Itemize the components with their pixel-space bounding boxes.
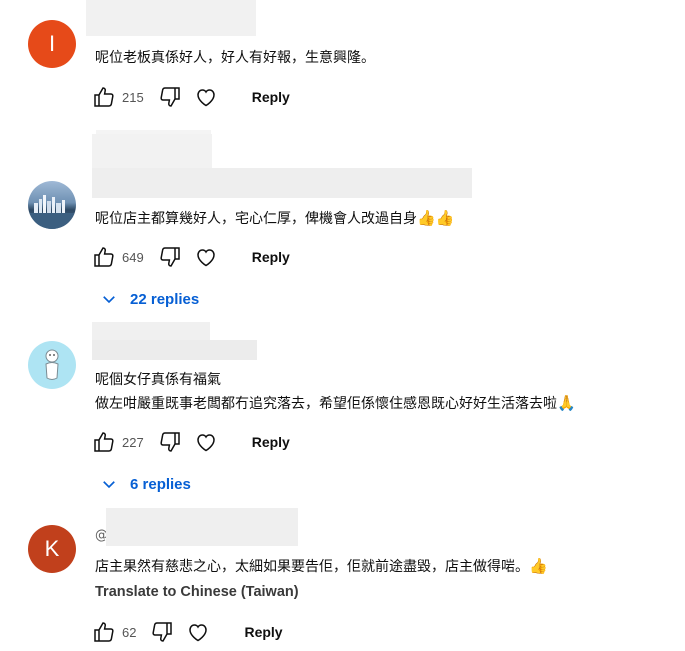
chevron-down-icon bbox=[103, 296, 115, 304]
reply-button[interactable]: Reply bbox=[252, 249, 290, 265]
comment-body: 呢位店主都算幾好人，宅心仁厚，俾機會人改過自身 bbox=[95, 211, 417, 227]
thumbs-up-icon[interactable] bbox=[92, 620, 116, 644]
thumbs-down-icon[interactable] bbox=[158, 245, 182, 269]
heart-icon[interactable] bbox=[194, 85, 218, 109]
thumbs-up-icon[interactable] bbox=[92, 85, 116, 109]
comment-text: 店主果然有慈悲之心，太細如果要告佢，佢就前途盡毀，店主做得啱。👍 bbox=[95, 556, 548, 577]
view-replies-button[interactable]: 22 replies bbox=[100, 290, 199, 308]
reply-button[interactable]: Reply bbox=[252, 89, 290, 105]
heart-icon[interactable] bbox=[194, 430, 218, 454]
blurred-username bbox=[106, 508, 298, 546]
thumbs-up-emoji: 👍 bbox=[529, 557, 548, 575]
avatar-letter: I bbox=[48, 31, 56, 56]
like-count: 227 bbox=[122, 434, 144, 450]
like-count: 215 bbox=[122, 89, 144, 105]
heart-icon[interactable] bbox=[194, 245, 218, 269]
thumbs-down-icon[interactable] bbox=[158, 85, 182, 109]
thumbs-down-icon[interactable] bbox=[150, 620, 174, 644]
comment-body: 店主果然有慈悲之心，太細如果要告佢，佢就前途盡毀，店主做得啱。 bbox=[95, 559, 529, 575]
translate-link[interactable]: Translate to Chinese (Taiwan) bbox=[95, 584, 299, 600]
comment-actions: 649 Reply bbox=[92, 244, 290, 270]
blurred-username bbox=[92, 340, 257, 360]
heart-icon[interactable] bbox=[186, 620, 210, 644]
figure-icon bbox=[45, 349, 59, 380]
comment-actions: 62 Reply bbox=[92, 619, 283, 645]
chevron-down-icon bbox=[103, 481, 115, 489]
comment-text: 呢位店主都算幾好人，宅心仁厚，俾機會人改過自身👍👍 bbox=[95, 208, 454, 229]
blurred-username bbox=[86, 0, 256, 36]
avatar[interactable] bbox=[28, 341, 76, 389]
view-replies-button[interactable]: 6 replies bbox=[100, 475, 191, 493]
city-skyline-icon bbox=[28, 195, 76, 229]
comment-text-line1: 呢個女仔真係有福氣 bbox=[95, 372, 221, 388]
praying-hands-emoji: 🙏 bbox=[557, 394, 576, 412]
reply-button[interactable]: Reply bbox=[244, 624, 282, 640]
like-count: 649 bbox=[122, 249, 144, 265]
avatar[interactable]: K bbox=[28, 525, 76, 573]
replies-label: 22 replies bbox=[130, 290, 200, 308]
like-count: 62 bbox=[122, 624, 137, 640]
reply-button[interactable]: Reply bbox=[252, 434, 290, 450]
thumbs-up-emoji: 👍👍 bbox=[417, 209, 455, 227]
avatar-letter: K bbox=[44, 536, 60, 561]
avatar[interactable]: I bbox=[28, 20, 76, 68]
thumbs-up-icon[interactable] bbox=[92, 430, 116, 454]
comment-actions: 215 Reply bbox=[92, 84, 290, 110]
avatar[interactable] bbox=[28, 181, 76, 229]
thumbs-up-icon[interactable] bbox=[92, 245, 116, 269]
blurred-username bbox=[92, 134, 212, 170]
blurred-username bbox=[92, 168, 472, 198]
comment-body: 做左咁嚴重既事老闆都冇追究落去，希望佢係懷住感恩既心好好生活落去啦 bbox=[95, 396, 557, 412]
comment-text: 呢位老板真係好人，好人有好報，生意興隆。 bbox=[95, 50, 375, 66]
replies-label: 6 replies bbox=[130, 475, 191, 493]
comment-text-line2: 做左咁嚴重既事老闆都冇追究落去，希望佢係懷住感恩既心好好生活落去啦🙏 bbox=[95, 393, 576, 414]
thumbs-down-icon[interactable] bbox=[158, 430, 182, 454]
comment-actions: 227 Reply bbox=[92, 429, 290, 455]
